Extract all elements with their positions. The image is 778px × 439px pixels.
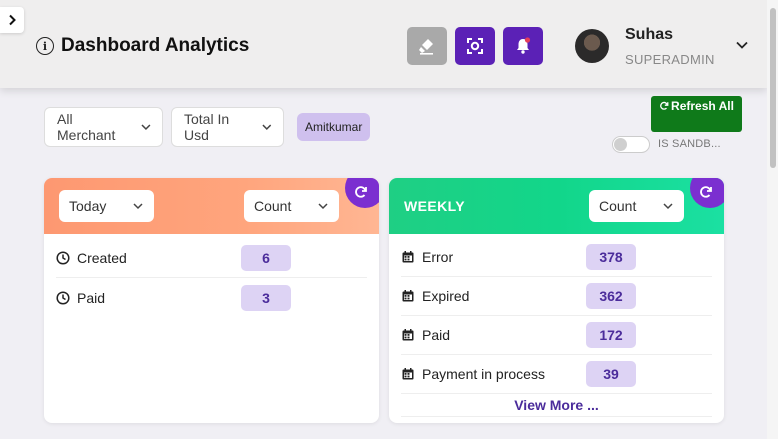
user-role: SUPERADMIN xyxy=(625,52,715,67)
sandbox-toggle[interactable] xyxy=(612,136,650,153)
avatar[interactable] xyxy=(575,29,609,63)
card-refresh-button[interactable] xyxy=(345,178,379,208)
calendar-icon xyxy=(402,290,414,302)
top-header: i Dashboard Analytics Suhas SUPERADMIN xyxy=(0,0,767,88)
refresh-all-label: Refresh All xyxy=(671,99,734,113)
currency-select[interactable]: Total In Usd xyxy=(171,107,284,147)
list-item: Expired 362 xyxy=(401,277,712,316)
count-badge: 362 xyxy=(586,283,636,309)
count-badge: 378 xyxy=(586,244,636,270)
weekly-card: WEEKLY Count Error 378 Expired 362 Paid … xyxy=(389,178,724,423)
today-card: Today Count Created 6 Paid 3 xyxy=(44,178,379,423)
currency-select-value: Total In Usd xyxy=(184,111,230,143)
chevron-down-icon xyxy=(141,124,151,131)
weekly-card-header: WEEKLY Count xyxy=(389,178,724,234)
metric-select[interactable]: Count xyxy=(244,190,339,222)
count-badge: 172 xyxy=(586,322,636,348)
notifications-button[interactable] xyxy=(503,27,543,65)
weekly-title: WEEKLY xyxy=(404,198,466,214)
page-scrollbar[interactable] xyxy=(767,0,778,439)
row-label: Paid xyxy=(77,289,106,306)
page-title: Dashboard Analytics xyxy=(61,35,250,56)
row-label: Error xyxy=(422,249,454,265)
list-item: Paid 172 xyxy=(401,316,712,355)
chevron-right-icon xyxy=(9,14,16,26)
merchant-select[interactable]: All Merchant xyxy=(44,107,163,147)
calendar-icon xyxy=(402,251,414,263)
list-item: Payment in process 39 xyxy=(401,355,712,394)
scrollbar-thumb[interactable] xyxy=(770,8,776,168)
list-item: Paid 3 xyxy=(56,278,367,317)
clock-icon xyxy=(56,251,70,265)
list-item: Error 378 xyxy=(401,238,712,277)
metric-select[interactable]: Count xyxy=(589,190,684,222)
card-refresh-button[interactable] xyxy=(690,178,724,208)
refresh-all-button[interactable]: Refresh All xyxy=(651,96,742,132)
user-name: Suhas xyxy=(625,26,674,43)
count-badge: 39 xyxy=(586,361,636,387)
row-label: Paid xyxy=(422,327,451,343)
row-label: Created xyxy=(77,250,127,266)
calendar-icon xyxy=(402,368,414,380)
clock-icon xyxy=(56,290,70,305)
merchant-select-value: All Merchant xyxy=(57,111,116,143)
row-label: Expired xyxy=(422,288,470,304)
row-label: Payment in process xyxy=(422,366,545,382)
chevron-down-icon[interactable] xyxy=(735,38,749,52)
today-card-header: Today Count xyxy=(44,178,379,234)
page-title-wrap: i Dashboard Analytics xyxy=(36,35,249,57)
calendar-icon xyxy=(402,329,414,341)
period-select[interactable]: Today xyxy=(59,190,154,222)
toggle-knob xyxy=(614,138,627,151)
refresh-icon xyxy=(700,186,712,198)
divider xyxy=(401,416,712,417)
refresh-icon xyxy=(660,101,669,110)
sidebar-toggle-button[interactable] xyxy=(0,7,24,33)
clear-button[interactable] xyxy=(407,27,447,65)
chevron-down-icon xyxy=(262,124,272,130)
sandbox-label: IS SANDB... xyxy=(658,138,721,150)
count-badge: 6 xyxy=(241,245,291,271)
chevron-down-icon xyxy=(133,203,143,210)
list-item: Created 6 xyxy=(56,239,367,278)
view-more-link[interactable]: View More ... xyxy=(389,397,724,413)
metric-select-value: Count xyxy=(599,198,637,214)
metric-select-value: Count xyxy=(254,198,292,214)
refresh-icon xyxy=(355,186,367,198)
eraser-icon xyxy=(419,39,433,55)
chevron-down-icon xyxy=(318,203,328,210)
count-badge: 3 xyxy=(241,284,291,311)
period-select-value: Today xyxy=(69,198,107,214)
chevron-down-icon xyxy=(663,203,673,210)
focus-icon xyxy=(467,38,483,54)
merchant-chip[interactable]: Amitkumar xyxy=(297,113,371,141)
bell-icon xyxy=(517,37,531,54)
screen-capture-button[interactable] xyxy=(455,27,495,65)
info-icon[interactable]: i xyxy=(36,37,54,55)
